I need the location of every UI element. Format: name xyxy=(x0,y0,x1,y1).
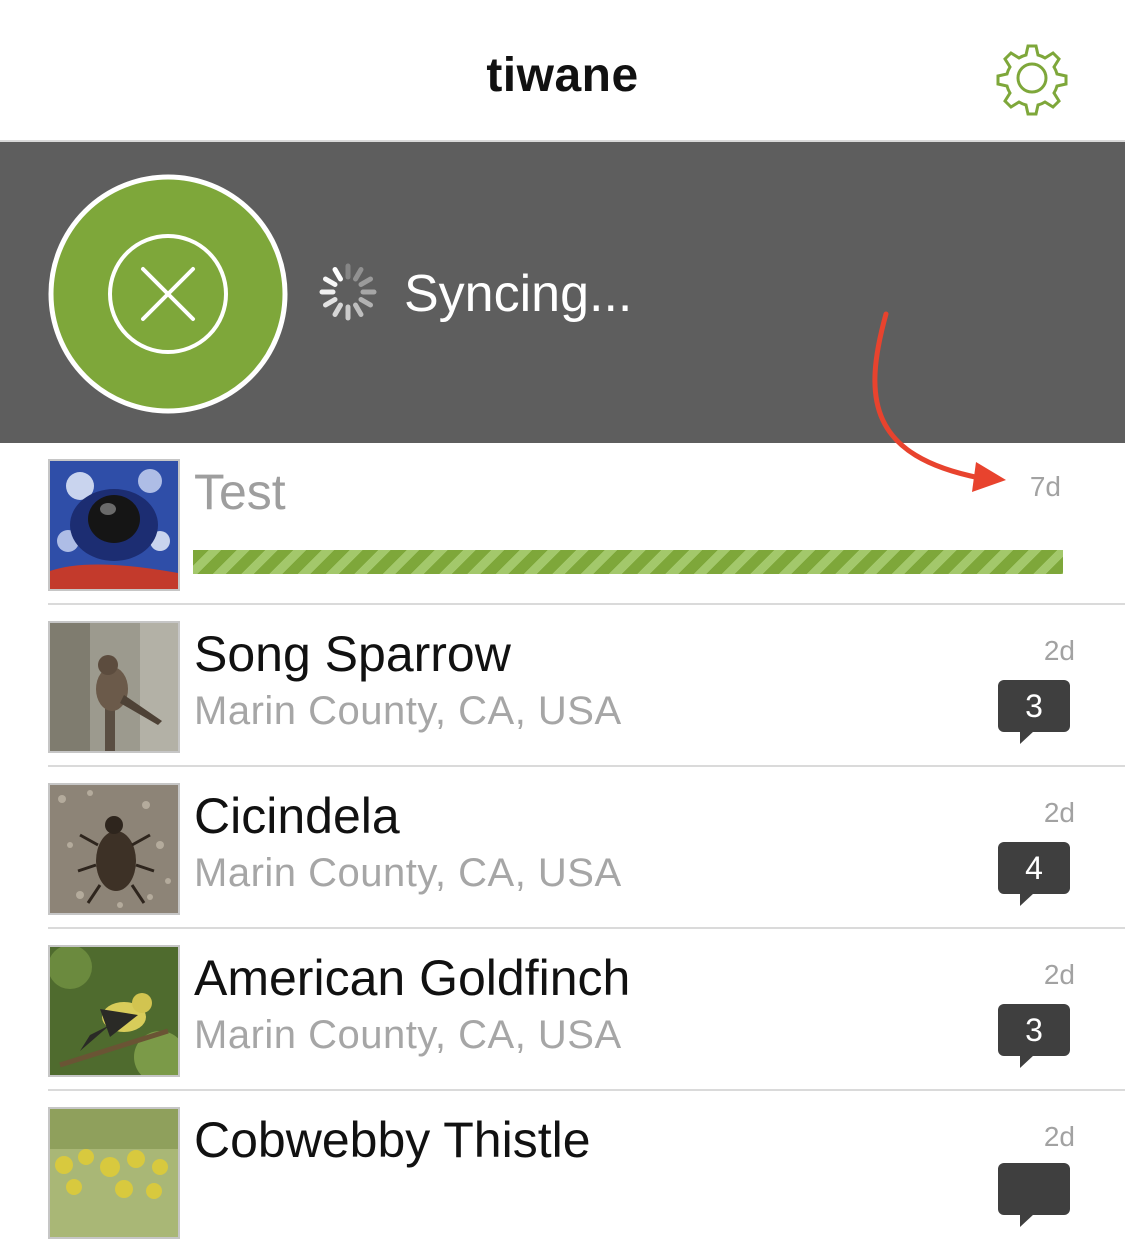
observation-place: Marin County, CA, USA xyxy=(194,851,622,895)
upload-progress-bar xyxy=(193,550,1063,574)
comment-count-badge: 3 xyxy=(998,680,1070,744)
observation-photo xyxy=(48,945,180,1077)
comment-count-badge xyxy=(998,1163,1070,1227)
observation-name: Cobwebby Thistle xyxy=(194,1112,591,1168)
observation-photo xyxy=(48,459,180,591)
nav-header: tiwane xyxy=(0,0,1125,142)
observation-date: 2d xyxy=(1043,959,1075,990)
observation-name: Song Sparrow xyxy=(194,626,511,682)
list-item-american-goldfinch[interactable]: American Goldfinch Marin County, CA, USA… xyxy=(48,929,1125,1091)
observation-photo xyxy=(48,783,180,915)
sync-banner: Syncing... xyxy=(0,142,1125,443)
cancel-sync-button[interactable] xyxy=(48,174,288,414)
observation-name: Test xyxy=(194,464,286,520)
observation-place: Marin County, CA, USA xyxy=(194,689,622,733)
observation-date: 2d xyxy=(1043,635,1075,666)
observation-date: 2d xyxy=(1043,797,1075,828)
page-title: tiwane xyxy=(486,49,639,102)
observation-photo xyxy=(48,621,180,753)
sync-status-text: Syncing... xyxy=(404,265,633,323)
observation-place: Marin County, CA, USA xyxy=(194,1013,622,1057)
list-item-test[interactable]: Test 7d xyxy=(48,443,1125,605)
observation-name: Cicindela xyxy=(194,788,400,844)
observation-name: American Goldfinch xyxy=(194,950,631,1006)
list-item-cicindela[interactable]: Cicindela Marin County, CA, USA 2d 4 xyxy=(48,767,1125,929)
observation-date: 7d xyxy=(1029,471,1061,502)
comment-count-badge: 3 xyxy=(998,1004,1070,1068)
observation-date: 2d xyxy=(1043,1121,1075,1152)
list-item-song-sparrow[interactable]: Song Sparrow Marin County, CA, USA 2d 3 xyxy=(48,605,1125,767)
list-item-cobwebby-thistle[interactable]: Cobwebby Thistle 2d xyxy=(48,1091,1125,1253)
spinner-icon xyxy=(316,260,380,324)
comment-count-badge: 4 xyxy=(998,842,1070,906)
observation-photo xyxy=(48,1107,180,1239)
gear-icon[interactable] xyxy=(994,40,1070,116)
